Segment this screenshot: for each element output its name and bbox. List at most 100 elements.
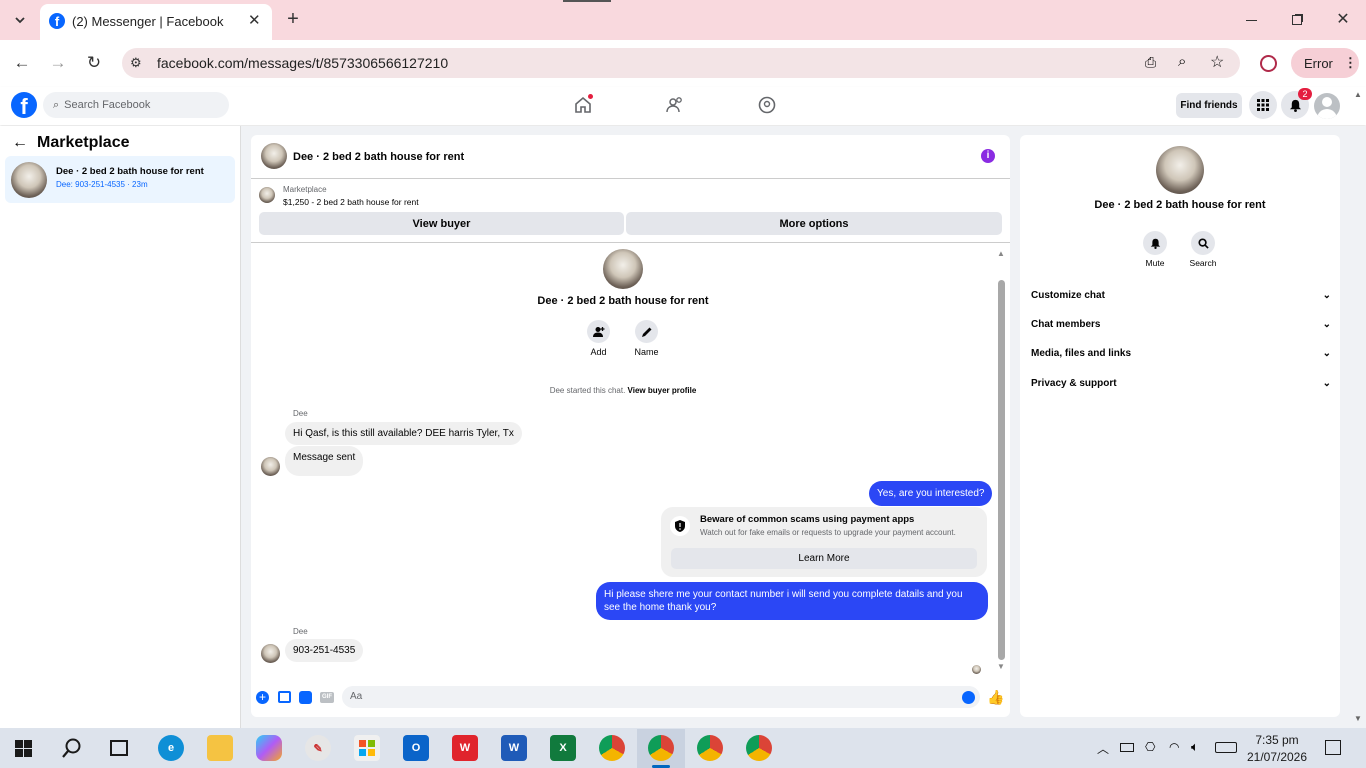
- conversation-avatar: [11, 162, 47, 198]
- emoji-icon[interactable]: [962, 691, 975, 704]
- outgoing-message[interactable]: Yes, are you interested?: [869, 481, 993, 506]
- volume-icon[interactable]: 🔈︎: [1191, 739, 1199, 755]
- find-friends-button[interactable]: Find friends: [1176, 93, 1242, 118]
- zoom-icon[interactable]: ⌕: [1178, 53, 1186, 70]
- battery-icon[interactable]: [1120, 743, 1134, 752]
- microsoft-store-icon[interactable]: [354, 735, 380, 761]
- sender-name: Dee: [293, 409, 308, 418]
- incoming-message[interactable]: Message sent: [285, 446, 364, 476]
- chevron-down-icon: ⌄: [1322, 318, 1331, 330]
- media-files-links-section[interactable]: Media, files and links ⌄: [1031, 343, 1331, 363]
- profile-error-button[interactable]: Error ⋮: [1291, 48, 1359, 78]
- install-app-icon[interactable]: ⎙: [1145, 54, 1156, 71]
- thumbs-up-like-icon[interactable]: 👍: [987, 689, 1004, 706]
- friends-nav-icon[interactable]: [665, 95, 687, 115]
- sender-avatar[interactable]: [261, 644, 280, 663]
- restore-icon[interactable]: [1286, 10, 1308, 30]
- listing-thumbnail[interactable]: [259, 187, 275, 203]
- close-tab-icon[interactable]: ✕: [248, 11, 261, 29]
- edit-name-pencil-icon[interactable]: [635, 320, 658, 343]
- view-buyer-button[interactable]: View buyer: [259, 212, 624, 235]
- notification-center-icon[interactable]: [1325, 740, 1341, 755]
- privacy-support-section[interactable]: Privacy & support ⌄: [1031, 373, 1331, 393]
- new-tab-icon[interactable]: +: [282, 8, 304, 30]
- chat-members-section[interactable]: Chat members ⌄: [1031, 314, 1331, 334]
- message-composer-input[interactable]: Aa: [342, 686, 980, 708]
- window-close-icon[interactable]: ✕: [1332, 8, 1354, 30]
- site-info-icon[interactable]: ⚙: [130, 55, 142, 71]
- customize-chat-section[interactable]: Customize chat ⌄: [1031, 285, 1331, 305]
- minimize-icon[interactable]: [1240, 10, 1262, 30]
- wps-office-icon[interactable]: W: [452, 735, 478, 761]
- reload-icon[interactable]: ↻: [82, 52, 106, 74]
- more-options-button[interactable]: More options: [626, 212, 1002, 235]
- window-drag-handle: [563, 0, 611, 2]
- listing-title[interactable]: $1,250 - 2 bed 2 bath house for rent: [283, 197, 419, 207]
- menu-grid-icon[interactable]: [1249, 91, 1277, 119]
- windows-start-icon[interactable]: [15, 740, 32, 757]
- keyboard-icon[interactable]: [1215, 742, 1237, 753]
- incoming-message[interactable]: 903-251-4535: [285, 639, 364, 662]
- clock-time[interactable]: 7:35 pm: [1244, 733, 1310, 747]
- sender-avatar[interactable]: [261, 457, 280, 476]
- sender-name: Dee: [293, 627, 308, 636]
- gif-icon[interactable]: GIF: [320, 692, 334, 703]
- chrome-profile-3-icon[interactable]: [697, 735, 723, 761]
- clock-date[interactable]: 21/07/2026: [1244, 750, 1310, 764]
- chat-scrollbar-thumb[interactable]: [998, 280, 1005, 660]
- address-bar[interactable]: ⚙ facebook.com/messages/t/85733065661272…: [122, 48, 1240, 78]
- taskbar-search-icon[interactable]: [61, 737, 83, 759]
- outlook-icon[interactable]: O: [403, 735, 429, 761]
- chat-title[interactable]: Dee · 2 bed 2 bath house for rent: [293, 151, 464, 163]
- attach-photo-icon[interactable]: [278, 691, 291, 703]
- page-scroll-down-icon[interactable]: ▼: [1354, 714, 1362, 723]
- task-view-icon[interactable]: [110, 740, 128, 756]
- add-person-icon[interactable]: [587, 320, 610, 343]
- mute-bell-icon[interactable]: [1143, 231, 1167, 255]
- home-nav-icon[interactable]: [573, 94, 595, 115]
- show-hidden-icons-chevron-icon[interactable]: ︿: [1097, 740, 1109, 757]
- forward-icon[interactable]: →: [46, 52, 70, 74]
- search-conversation-icon[interactable]: [1191, 231, 1215, 255]
- back-icon[interactable]: ←: [10, 52, 34, 74]
- back-arrow-icon[interactable]: ←: [12, 134, 28, 152]
- page-scroll-up-icon[interactable]: ▲: [1354, 90, 1362, 99]
- excel-icon[interactable]: X: [550, 735, 576, 761]
- divider: [251, 178, 1010, 179]
- chat-info-icon[interactable]: i: [981, 149, 995, 163]
- view-buyer-profile-link[interactable]: View buyer profile: [628, 386, 697, 395]
- incoming-message[interactable]: Hi Qasf, is this still available? DEE ha…: [285, 422, 522, 445]
- facebook-logo-icon[interactable]: f: [11, 92, 37, 119]
- conversation-item[interactable]: Dee · 2 bed 2 bath house for rent Dee: 9…: [5, 156, 235, 203]
- copilot-icon[interactable]: [256, 735, 282, 761]
- conversation-name: Dee · 2 bed 2 bath house for rent: [56, 166, 204, 177]
- groups-nav-icon[interactable]: [757, 95, 779, 115]
- chrome-profile-4-icon[interactable]: [746, 735, 772, 761]
- paint-app-icon[interactable]: ✎: [305, 735, 331, 761]
- profile-icon[interactable]: [1257, 52, 1279, 74]
- scroll-down-icon[interactable]: ▼: [997, 662, 1005, 671]
- outgoing-message[interactable]: Hi please shere me your contact number i…: [596, 582, 988, 620]
- edge-icon[interactable]: e: [158, 735, 184, 761]
- meet-now-icon[interactable]: ⎔: [1145, 740, 1155, 754]
- info-name: Dee · 2 bed 2 bath house for rent: [1094, 199, 1266, 211]
- facebook-search-input[interactable]: ⌕ Search Facebook: [43, 92, 229, 118]
- account-avatar[interactable]: [1314, 93, 1340, 119]
- file-explorer-icon[interactable]: [207, 735, 233, 761]
- active-tab[interactable]: f (2) Messenger | Facebook ✕: [40, 4, 272, 40]
- learn-more-button[interactable]: Learn More: [671, 548, 977, 569]
- scroll-up-icon[interactable]: ▲: [997, 249, 1005, 258]
- wifi-icon[interactable]: ◠: [1169, 740, 1179, 754]
- word-icon[interactable]: W: [501, 735, 527, 761]
- url-text[interactable]: facebook.com/messages/t/8573306566127210: [157, 55, 448, 71]
- info-avatar[interactable]: [1156, 146, 1204, 194]
- facebook-favicon-icon: f: [49, 13, 65, 29]
- tab-search-chevron-icon[interactable]: [8, 8, 32, 32]
- more-actions-plus-icon[interactable]: +: [256, 691, 269, 704]
- bookmark-star-icon[interactable]: ☆: [1210, 52, 1224, 72]
- intro-avatar: [603, 249, 643, 289]
- sticker-icon[interactable]: [299, 691, 312, 704]
- chrome-profile-1-icon[interactable]: [599, 735, 625, 761]
- chrome-profile-2-icon[interactable]: [648, 735, 674, 761]
- chat-header-avatar[interactable]: [261, 143, 287, 169]
